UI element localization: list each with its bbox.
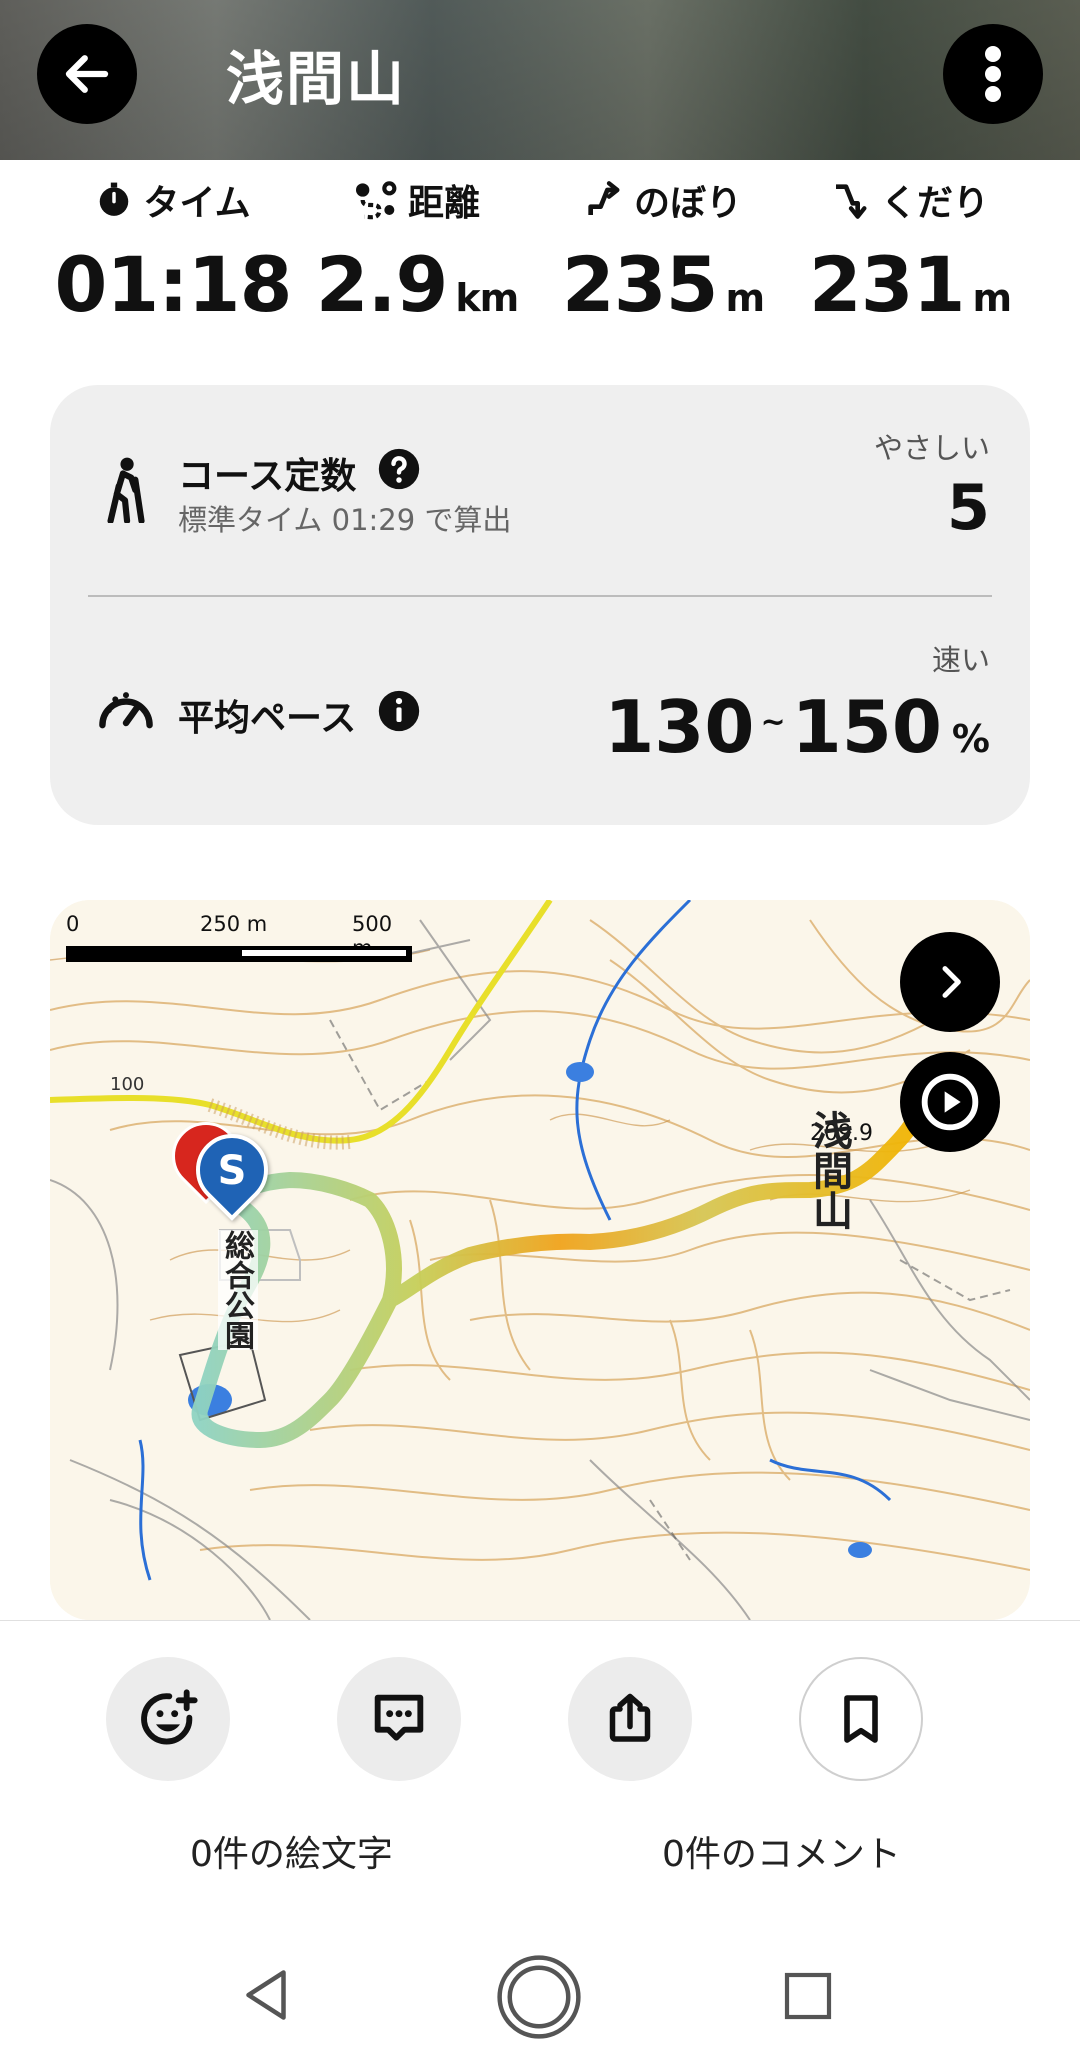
map-play-button[interactable]	[900, 1052, 1000, 1152]
stat-ascent: のぼり 235 m	[538, 170, 788, 329]
course-level: やさしい	[873, 431, 990, 465]
back-button[interactable]	[37, 24, 137, 124]
peak-name-label: 浅間山	[806, 1110, 852, 1230]
more-menu-button[interactable]	[943, 24, 1043, 124]
map-scale-bar: 0 250 m 500 m	[66, 912, 412, 972]
start-marker-label: S	[217, 1148, 247, 1194]
nav-recents-icon[interactable]	[780, 1968, 836, 2024]
action-bar: 0件の絵文字 0件のコメント	[0, 1620, 1080, 1921]
hiker-icon	[107, 457, 145, 523]
stat-unit: m	[972, 276, 1013, 320]
scale-label-250: 250 m	[200, 912, 268, 936]
average-pace-title: 平均ペース	[178, 698, 357, 739]
course-info-card: コース定数 標準タイム 01:29 で算出 やさしい 5 平均ペース 速い 13…	[50, 385, 1030, 825]
stat-unit: m	[725, 276, 766, 320]
pace-low: 130	[604, 685, 755, 769]
stat-unit: km	[455, 276, 519, 320]
stat-label: 距離	[407, 183, 480, 224]
map-number-label: 100	[110, 1074, 144, 1095]
share-icon	[609, 1693, 651, 1742]
help-icon[interactable]	[377, 447, 421, 491]
arrow-left-icon	[65, 55, 109, 93]
header-banner	[0, 0, 1080, 160]
stat-value: 235	[561, 240, 719, 329]
add-emoji-button[interactable]	[106, 1657, 230, 1781]
card-divider	[88, 595, 992, 597]
play-circle-icon	[921, 1073, 979, 1131]
info-icon[interactable]	[377, 689, 421, 733]
stat-label: タイム	[143, 183, 251, 224]
stat-value: 2.9	[315, 240, 449, 329]
stat-time: タイム 01:18	[48, 170, 298, 329]
descent-icon	[835, 184, 867, 219]
activity-stats: タイム 01:18 距離 2.9 km のぼり 235 m くだり 231 m	[0, 170, 1080, 340]
map-expand-button[interactable]	[900, 932, 1000, 1032]
stopwatch-icon	[100, 182, 129, 216]
scale-label-0: 0	[66, 912, 80, 936]
bookmark-button[interactable]	[799, 1657, 923, 1781]
page-title: 浅間山	[226, 45, 407, 113]
course-constant-subtitle: 標準タイム 01:29 で算出	[178, 503, 512, 537]
course-constant-title: コース定数	[178, 456, 357, 497]
comment-icon	[374, 1694, 424, 1741]
stat-distance: 距離 2.9 km	[292, 170, 542, 329]
stat-label: のぼり	[633, 183, 742, 224]
stat-descent: くだり 231 m	[785, 170, 1035, 329]
stat-label: くだり	[880, 183, 989, 224]
park-name-label: 総合公園	[218, 1230, 258, 1350]
stat-value: 231	[808, 240, 966, 329]
route-icon	[355, 181, 397, 220]
add-emoji-icon	[141, 1689, 198, 1745]
pace-level: 速い	[931, 643, 990, 677]
topographic-map[interactable]: 209.9 100	[50, 900, 1030, 1620]
ascent-icon	[588, 181, 620, 215]
chevron-right-icon	[942, 966, 961, 998]
course-constant-value: 5	[946, 471, 990, 544]
system-navigation-bar	[0, 1920, 1080, 2071]
pace-high: 150	[791, 685, 942, 769]
nav-back-icon[interactable]	[236, 1964, 296, 2026]
more-vertical-icon	[985, 46, 1001, 102]
nav-home-icon[interactable]	[494, 1952, 584, 2042]
emoji-count-label[interactable]: 0件の絵文字	[190, 1825, 393, 1877]
route-map[interactable]: 209.9 100 0 250 m 500 m 浅間山 総合公園 S	[50, 900, 1030, 1620]
stat-value: 01:18	[54, 240, 293, 329]
bookmark-icon	[844, 1695, 878, 1743]
speedometer-icon	[99, 692, 153, 729]
share-button[interactable]	[568, 1657, 692, 1781]
pace-tilde: ~	[760, 705, 786, 740]
comment-count-label[interactable]: 0件のコメント	[662, 1825, 901, 1877]
pace-unit: %	[951, 717, 990, 761]
comment-button[interactable]	[337, 1657, 461, 1781]
average-pace-value: 130 ~150%	[604, 685, 990, 769]
